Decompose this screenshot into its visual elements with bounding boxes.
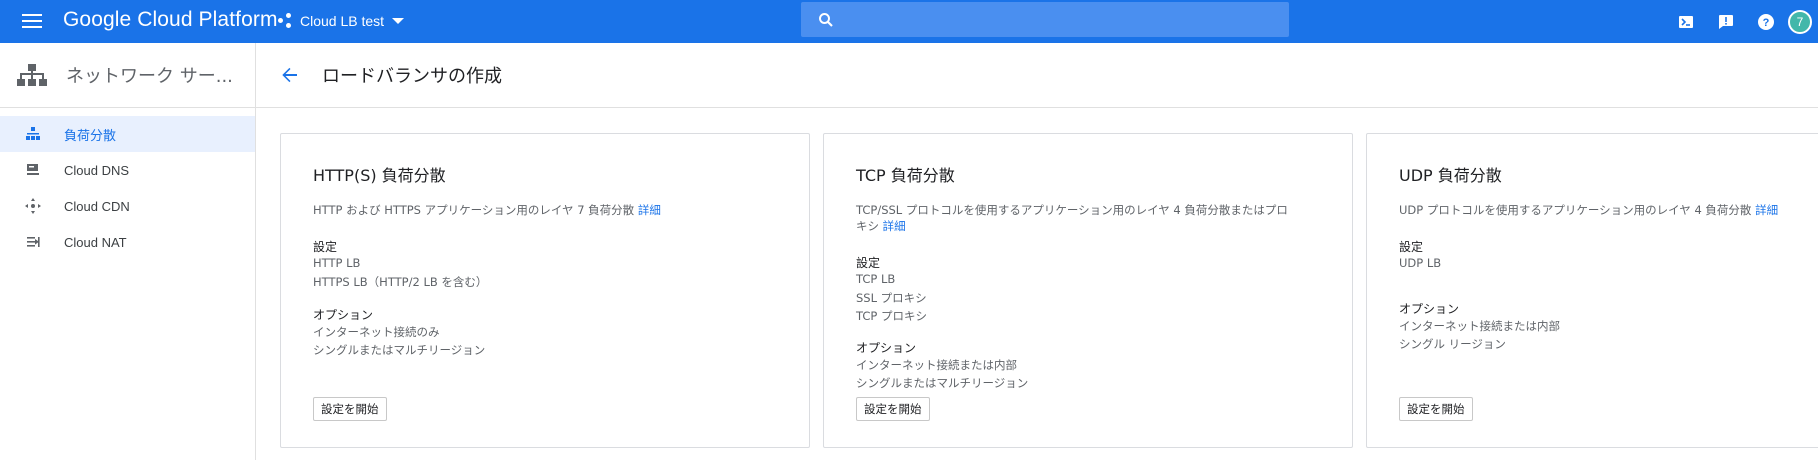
cdn-icon	[25, 198, 41, 214]
project-name: Cloud LB test	[300, 13, 385, 29]
config-item: SSL プロキシ	[856, 291, 927, 305]
sidebar-item-label: Cloud NAT	[64, 234, 127, 250]
search-box[interactable]	[801, 2, 1289, 37]
config-heading: 設定	[1399, 240, 1424, 254]
hamburger-menu-icon[interactable]	[20, 9, 44, 33]
page-title: ロードバランサの作成	[322, 66, 502, 87]
network-services-icon	[17, 64, 47, 86]
config-heading: 設定	[313, 240, 338, 254]
nat-icon	[25, 234, 41, 250]
project-icon	[278, 13, 294, 29]
sidebar-item-load-balancing[interactable]: 負荷分散	[0, 116, 255, 152]
option-item: シングルまたはマルチリージョン	[313, 343, 486, 357]
config-item: TCP プロキシ	[856, 309, 927, 323]
options-heading: オプション	[313, 308, 374, 322]
search-icon	[819, 12, 833, 27]
sidebar-nav: 負荷分散 Cloud DNS Cloud CDN Cloud NAT	[0, 116, 255, 260]
card-description-text: HTTP および HTTPS アプリケーション用のレイヤ 7 負荷分散	[313, 203, 635, 217]
card-tcp-lb: TCP 負荷分散 TCP/SSL プロトコルを使用するアプリケーション用のレイヤ…	[823, 133, 1353, 448]
page-header: ロードバランサの作成	[256, 43, 1818, 108]
card-title: TCP 負荷分散	[856, 166, 955, 185]
sidebar-item-label: Cloud CDN	[64, 198, 130, 214]
start-configuration-button[interactable]: 設定を開始	[1399, 397, 1473, 421]
card-title: UDP 負荷分散	[1399, 166, 1502, 185]
load-balancing-icon	[25, 126, 41, 142]
svg-text:?: ?	[1763, 17, 1770, 29]
options-heading: オプション	[856, 341, 917, 355]
card-description-text: TCP/SSL プロトコルを使用するアプリケーション用のレイヤ 4 負荷分散また…	[856, 203, 1288, 217]
config-item: TCP LB	[856, 272, 896, 286]
option-item: シングル リージョン	[1399, 337, 1506, 351]
card-description-text: UDP プロトコルを使用するアプリケーション用のレイヤ 4 負荷分散	[1399, 203, 1752, 217]
options-heading: オプション	[1399, 302, 1460, 316]
caret-down-icon	[392, 18, 405, 24]
sidebar-item-cloud-cdn[interactable]: Cloud CDN	[0, 188, 255, 224]
option-item: インターネット接続のみ	[313, 325, 440, 339]
brand-title[interactable]: Google Cloud Platform	[63, 8, 278, 32]
cloud-shell-icon[interactable]	[1666, 2, 1706, 42]
config-item: HTTPS LB（HTTP/2 LB を含む）	[313, 275, 488, 289]
avatar[interactable]: 7	[1788, 9, 1812, 34]
sidebar-header: ネットワーク サー...	[0, 43, 255, 108]
search-input[interactable]	[843, 11, 1263, 28]
sidebar-title: ネットワーク サー...	[66, 66, 233, 87]
dns-icon	[25, 162, 41, 178]
sidebar: ネットワーク サー... 負荷分散 Cloud DNS Cloud CDN Cl…	[0, 43, 256, 460]
card-http-lb: HTTP(S) 負荷分散 HTTP および HTTPS アプリケーション用のレイ…	[280, 133, 810, 448]
notifications-icon[interactable]	[1706, 2, 1746, 42]
card-udp-lb: UDP 負荷分散 UDP プロトコルを使用するアプリケーション用のレイヤ 4 負…	[1366, 133, 1818, 448]
start-configuration-button[interactable]: 設定を開始	[856, 397, 930, 421]
sidebar-item-cloud-dns[interactable]: Cloud DNS	[0, 152, 255, 188]
option-item: インターネット接続または内部	[856, 358, 1017, 372]
config-item: HTTP LB	[313, 256, 361, 270]
top-actions: ? 7	[1666, 0, 1818, 43]
card-description: UDP プロトコルを使用するアプリケーション用のレイヤ 4 負荷分散 詳細	[1399, 202, 1818, 218]
details-link[interactable]: 詳細	[1755, 203, 1778, 217]
config-heading: 設定	[856, 256, 881, 270]
start-configuration-button[interactable]: 設定を開始	[313, 397, 387, 421]
details-link[interactable]: 詳細	[638, 203, 661, 217]
card-description-text: キシ	[856, 219, 879, 233]
details-link[interactable]: 詳細	[883, 219, 906, 233]
option-item: インターネット接続または内部	[1399, 319, 1560, 333]
help-icon[interactable]: ?	[1746, 2, 1786, 42]
config-item: UDP LB	[1399, 256, 1442, 270]
top-app-bar: Google Cloud Platform Cloud LB test ? 7	[0, 0, 1818, 43]
project-selector[interactable]: Cloud LB test	[278, 9, 405, 33]
card-description: TCP/SSL プロトコルを使用するアプリケーション用のレイヤ 4 負荷分散また…	[856, 202, 1316, 234]
sidebar-item-label: Cloud DNS	[64, 162, 130, 178]
card-title: HTTP(S) 負荷分散	[313, 166, 446, 185]
back-arrow-icon[interactable]	[272, 57, 308, 93]
option-item: シングルまたはマルチリージョン	[856, 376, 1029, 390]
sidebar-item-cloud-nat[interactable]: Cloud NAT	[0, 224, 255, 260]
sidebar-item-label: 負荷分散	[64, 127, 117, 143]
card-description: HTTP および HTTPS アプリケーション用のレイヤ 7 負荷分散 詳細	[313, 202, 773, 218]
